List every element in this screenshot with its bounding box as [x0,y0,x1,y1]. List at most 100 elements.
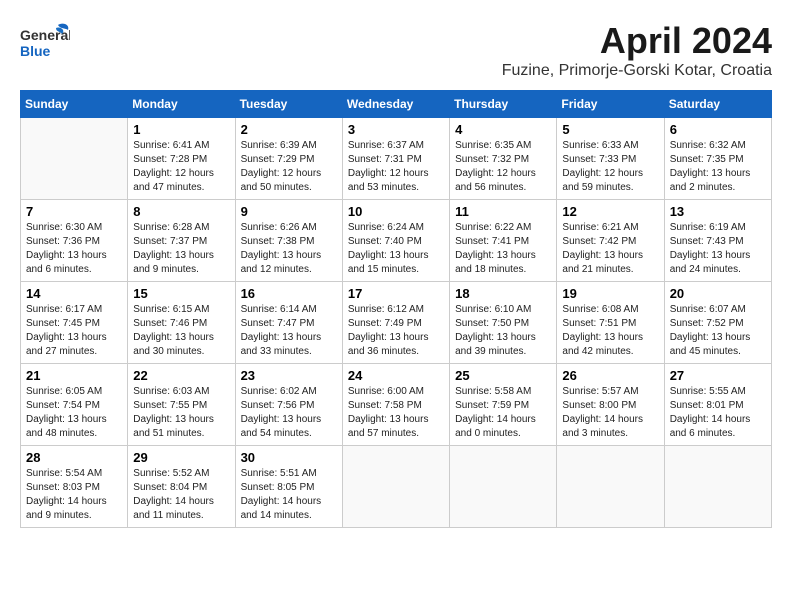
calendar-table: Sunday Monday Tuesday Wednesday Thursday… [20,90,772,528]
calendar-cell [664,446,771,528]
day-info: Sunrise: 6:00 AMSunset: 7:58 PMDaylight:… [348,385,444,441]
day-info: Sunrise: 5:55 AMSunset: 8:01 PMDaylight:… [670,385,766,441]
calendar-cell: 4 Sunrise: 6:35 AMSunset: 7:32 PMDaylight… [450,118,557,200]
col-thursday: Thursday [450,91,557,118]
day-number: 8 [133,204,229,219]
day-number: 10 [348,204,444,219]
col-wednesday: Wednesday [342,91,449,118]
calendar-cell: 9 Sunrise: 6:26 AMSunset: 7:38 PMDaylight… [235,200,342,282]
calendar-cell: 18 Sunrise: 6:10 AMSunset: 7:50 PMDayligh… [450,282,557,364]
calendar-cell: 26Sunrise: 5:57 AMSunset: 8:00 PMDayligh… [557,364,664,446]
day-info: Sunrise: 6:41 AMSunset: 7:28 PMDaylight:… [133,139,229,195]
calendar-week-3: 14 Sunrise: 6:17 AMSunset: 7:45 PMDayligh… [21,282,772,364]
day-number: 17 [348,286,444,301]
day-info: Sunrise: 6:19 AMSunset: 7:43 PMDaylight:… [670,221,766,277]
day-number: 19 [562,286,658,301]
calendar-cell [21,118,128,200]
calendar-week-1: 1 Sunrise: 6:41 AMSunset: 7:28 PMDaylight… [21,118,772,200]
day-number: 24 [348,368,444,383]
day-number: 30 [241,450,337,465]
calendar-cell: 17 Sunrise: 6:12 AMSunset: 7:49 PMDayligh… [342,282,449,364]
day-number: 9 [241,204,337,219]
day-number: 6 [670,122,766,137]
calendar-cell: 15Sunrise: 6:15 AMSunset: 7:46 PMDayligh… [128,282,235,364]
day-number: 2 [241,122,337,137]
month-title: April 2024 [502,20,772,62]
calendar-cell: 10 Sunrise: 6:24 AMSunset: 7:40 PMDayligh… [342,200,449,282]
col-friday: Friday [557,91,664,118]
day-number: 16 [241,286,337,301]
calendar-cell: 25 Sunrise: 5:58 AMSunset: 7:59 PMDayligh… [450,364,557,446]
day-info: Sunrise: 6:10 AMSunset: 7:50 PMDaylight:… [455,303,551,359]
day-info: Sunrise: 6:03 AMSunset: 7:55 PMDaylight:… [133,385,229,441]
day-info: Sunrise: 6:05 AMSunset: 7:54 PMDaylight:… [26,385,122,441]
day-number: 28 [26,450,122,465]
day-info: Sunrise: 6:30 AMSunset: 7:36 PMDaylight:… [26,221,122,277]
day-info: Sunrise: 6:24 AMSunset: 7:40 PMDaylight:… [348,221,444,277]
svg-text:Blue: Blue [20,43,51,59]
calendar-cell: 28 Sunrise: 5:54 AMSunset: 8:03 PMDayligh… [21,446,128,528]
calendar-cell: 21 Sunrise: 6:05 AMSunset: 7:54 PMDayligh… [21,364,128,446]
day-info: Sunrise: 5:57 AMSunset: 8:00 PMDaylight:… [562,385,658,441]
day-number: 21 [26,368,122,383]
day-number: 25 [455,368,551,383]
day-number: 5 [562,122,658,137]
day-info: Sunrise: 6:02 AMSunset: 7:56 PMDaylight:… [241,385,337,441]
calendar-cell: 2 Sunrise: 6:39 AMSunset: 7:29 PMDaylight… [235,118,342,200]
calendar-cell: 19 Sunrise: 6:08 AMSunset: 7:51 PMDayligh… [557,282,664,364]
day-number: 20 [670,286,766,301]
day-number: 11 [455,204,551,219]
calendar-cell: 6 Sunrise: 6:32 AMSunset: 7:35 PMDaylight… [664,118,771,200]
day-info: Sunrise: 6:08 AMSunset: 7:51 PMDaylight:… [562,303,658,359]
day-info: Sunrise: 6:22 AMSunset: 7:41 PMDaylight:… [455,221,551,277]
col-sunday: Sunday [21,91,128,118]
calendar-cell [342,446,449,528]
day-info: Sunrise: 6:32 AMSunset: 7:35 PMDaylight:… [670,139,766,195]
day-info: Sunrise: 6:14 AMSunset: 7:47 PMDaylight:… [241,303,337,359]
calendar-cell: 12Sunrise: 6:21 AMSunset: 7:42 PMDayligh… [557,200,664,282]
day-number: 23 [241,368,337,383]
day-number: 18 [455,286,551,301]
calendar-header-row: Sunday Monday Tuesday Wednesday Thursday… [21,91,772,118]
calendar-cell: 29 Sunrise: 5:52 AMSunset: 8:04 PMDayligh… [128,446,235,528]
calendar-cell: 30 Sunrise: 5:51 AMSunset: 8:05 PMDayligh… [235,446,342,528]
day-number: 29 [133,450,229,465]
calendar-cell: 14 Sunrise: 6:17 AMSunset: 7:45 PMDayligh… [21,282,128,364]
day-info: Sunrise: 6:39 AMSunset: 7:29 PMDaylight:… [241,139,337,195]
day-info: Sunrise: 5:54 AMSunset: 8:03 PMDaylight:… [26,467,122,523]
day-info: Sunrise: 6:12 AMSunset: 7:49 PMDaylight:… [348,303,444,359]
location-title: Fuzine, Primorje-Gorski Kotar, Croatia [502,62,772,80]
logo: General Blue [20,20,70,65]
calendar-cell: 3Sunrise: 6:37 AMSunset: 7:31 PMDaylight… [342,118,449,200]
calendar-cell: 8 Sunrise: 6:28 AMSunset: 7:37 PMDaylight… [128,200,235,282]
day-number: 13 [670,204,766,219]
day-info: Sunrise: 6:35 AMSunset: 7:32 PMDaylight:… [455,139,551,195]
calendar-cell: 1 Sunrise: 6:41 AMSunset: 7:28 PMDaylight… [128,118,235,200]
calendar-cell: 27 Sunrise: 5:55 AMSunset: 8:01 PMDayligh… [664,364,771,446]
calendar-cell: 22Sunrise: 6:03 AMSunset: 7:55 PMDayligh… [128,364,235,446]
day-info: Sunrise: 6:26 AMSunset: 7:38 PMDaylight:… [241,221,337,277]
day-number: 14 [26,286,122,301]
col-monday: Monday [128,91,235,118]
day-info: Sunrise: 6:17 AMSunset: 7:45 PMDaylight:… [26,303,122,359]
day-number: 3 [348,122,444,137]
calendar-cell: 16 Sunrise: 6:14 AMSunset: 7:47 PMDayligh… [235,282,342,364]
day-number: 4 [455,122,551,137]
calendar-cell: 24 Sunrise: 6:00 AMSunset: 7:58 PMDayligh… [342,364,449,446]
day-info: Sunrise: 5:51 AMSunset: 8:05 PMDaylight:… [241,467,337,523]
calendar-cell: 7 Sunrise: 6:30 AMSunset: 7:36 PMDaylight… [21,200,128,282]
header: General Blue April 2024 Fuzine, Primorje… [20,20,772,80]
day-number: 1 [133,122,229,137]
calendar-week-5: 28 Sunrise: 5:54 AMSunset: 8:03 PMDayligh… [21,446,772,528]
day-info: Sunrise: 6:15 AMSunset: 7:46 PMDaylight:… [133,303,229,359]
col-saturday: Saturday [664,91,771,118]
day-info: Sunrise: 5:58 AMSunset: 7:59 PMDaylight:… [455,385,551,441]
day-info: Sunrise: 6:28 AMSunset: 7:37 PMDaylight:… [133,221,229,277]
logo-icon: General Blue [20,20,70,65]
day-number: 7 [26,204,122,219]
day-number: 27 [670,368,766,383]
day-info: Sunrise: 6:33 AMSunset: 7:33 PMDaylight:… [562,139,658,195]
calendar-cell: 13 Sunrise: 6:19 AMSunset: 7:43 PMDayligh… [664,200,771,282]
day-info: Sunrise: 5:52 AMSunset: 8:04 PMDaylight:… [133,467,229,523]
day-info: Sunrise: 6:21 AMSunset: 7:42 PMDaylight:… [562,221,658,277]
